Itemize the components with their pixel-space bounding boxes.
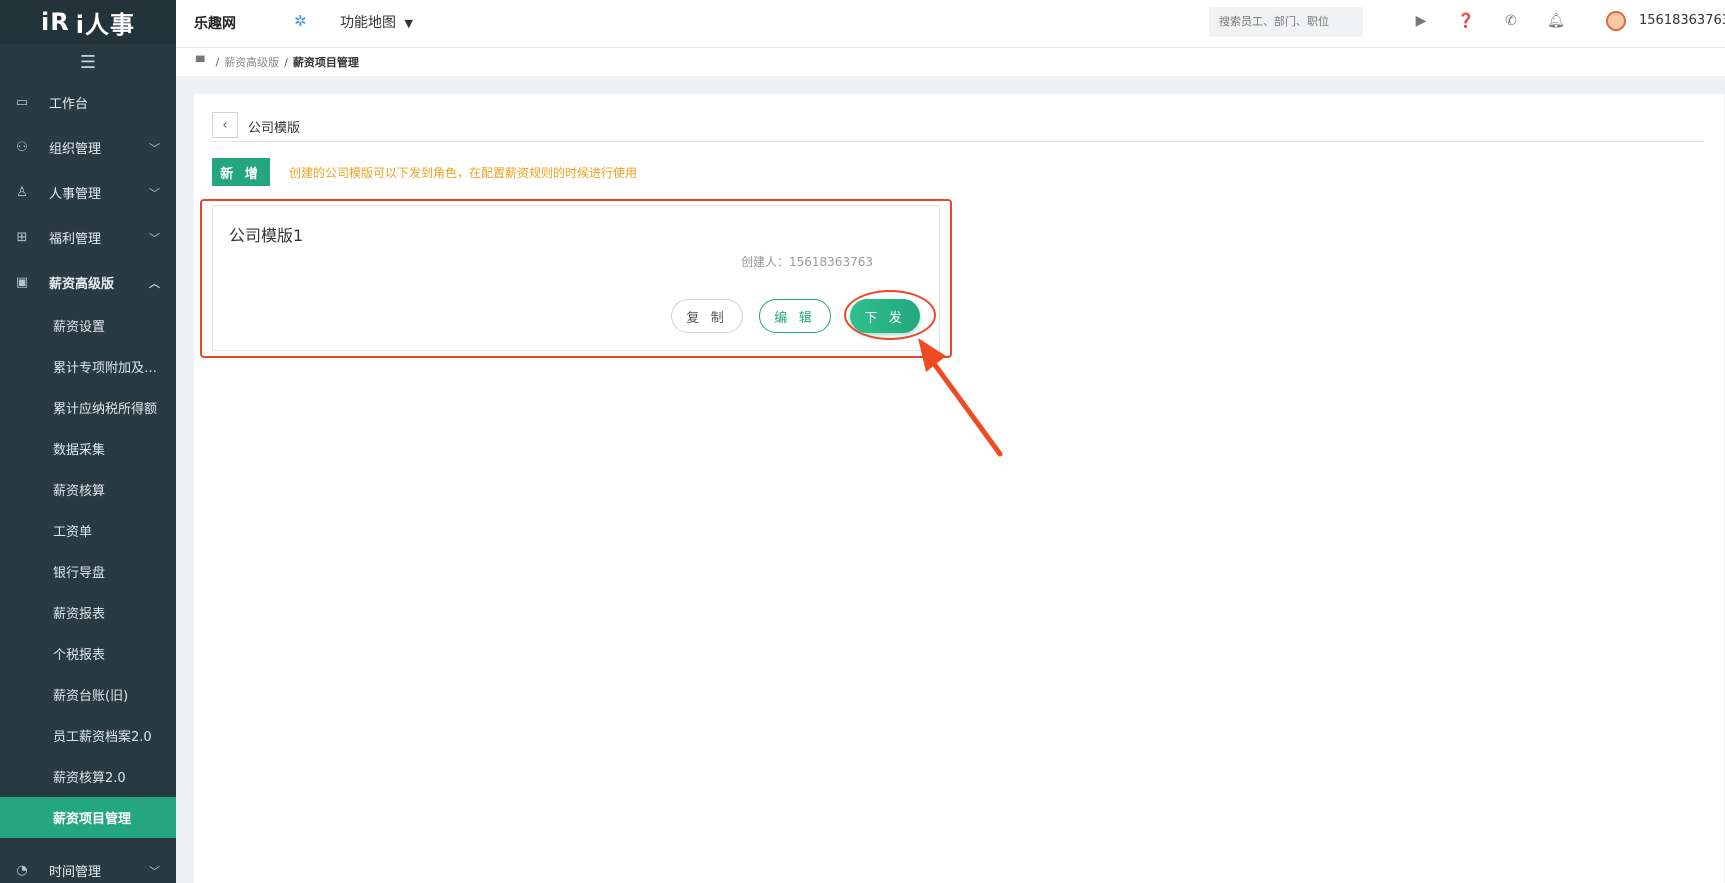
copy-button[interactable]: 复 制 [671,299,743,333]
add-button[interactable]: 新 增 [212,158,270,186]
avatar[interactable] [1606,11,1626,31]
phone-icon[interactable]: ✆ [1502,12,1520,30]
sidebar-item-org[interactable]: ⚇ 组织管理 ﹀ [0,125,176,170]
sidebar-subitem[interactable]: 银行导盘 [0,551,176,592]
logo-text: i人事 [75,10,135,39]
monitor-icon: ▭ [15,95,29,110]
clock-icon: ◔ [16,863,28,878]
creator-text: 创建人：15618363763 [741,255,873,269]
chevron-down-icon: ﹀ [149,186,160,200]
sidebar: iR i人事 ☰ ▭ 工作台 ⚇ 组织管理 ﹀ ♙ 人事管理 ﹀ ⊞ 福利管理 … [0,0,176,883]
chevron-down-icon: ﹀ [149,231,160,245]
hint-text: 创建的公司模版可以下发到角色，在配置薪资规则的时候进行使用 [289,166,638,180]
sidebar-item-payroll[interactable]: ▣ 薪资高级版 ︿ [0,260,176,305]
chevron-left-icon: ‹ [222,117,228,133]
function-map-menu[interactable]: 功能地图 ▼ [340,12,413,32]
breadcrumb-separator: / [215,55,220,69]
sidebar-item-label: 薪资高级版 [49,277,115,292]
sidebar-item-hr[interactable]: ♙ 人事管理 ﹀ [0,170,176,215]
main-panel: ‹ 公司模版 新 增 创建的公司模版可以下发到角色，在配置薪资规则的时候进行使用… [194,94,1724,883]
sidebar-item-label: 人事管理 [49,187,102,202]
sidebar-subitem[interactable]: 累计应纳税所得额 [0,387,176,428]
sidebar-subitem[interactable]: 薪资台账(旧) [0,674,176,715]
topbar: 乐趣网 ✲ 功能地图 ▼ ▶ ❓ ✆ 🔔︎ 15618363763 [176,0,1725,48]
edit-button[interactable]: 编 辑 [759,299,831,333]
sidebar-subitem[interactable]: 薪资设置 [0,305,176,346]
back-button[interactable]: ‹ [212,112,238,138]
help-icon[interactable]: ❓ [1457,12,1475,30]
breadcrumb: ▀ / 薪资高级版 / 薪资项目管理 [176,48,1725,76]
sidebar-subitem[interactable]: 个税报表 [0,633,176,674]
bell-icon[interactable]: 🔔︎ [1547,12,1565,30]
sidebar-subitem[interactable]: 薪资核算 [0,469,176,510]
org-icon: ⚇ [16,140,28,155]
gear-icon[interactable]: ✲ [294,12,307,30]
sidebar-subitem[interactable]: 薪资报表 [0,592,176,633]
page-title: 公司模版 [248,121,301,136]
sidebar-subitem[interactable]: 累计专项附加及… [0,346,176,387]
video-icon[interactable]: ▶ [1412,12,1430,30]
user-name[interactable]: 15618363763 [1639,13,1725,28]
chevron-up-icon: ︿ [149,276,160,290]
issue-button[interactable]: 下 发 [850,299,920,333]
user-icon: ♙ [16,185,28,200]
sidebar-item-label: 组织管理 [49,142,102,157]
breadcrumb-item[interactable]: 薪资高级版 [224,54,279,70]
menu-toggle-icon[interactable]: ☰ [0,44,176,80]
logo-mark: iR [41,8,70,36]
sidebar-subitem[interactable]: 员工薪资档案2.0 [0,715,176,756]
chevron-down-icon: ﹀ [149,141,160,155]
caret-down-icon: ▼ [404,17,413,30]
breadcrumb-current: 薪资项目管理 [292,56,359,69]
chevron-down-icon: ﹀ [149,864,160,878]
highlight-box: 公司模版1 创建人：15618363763 复 制 编 辑 下 发 [200,199,952,358]
sidebar-item-welfare[interactable]: ⊞ 福利管理 ﹀ [0,215,176,260]
site-name[interactable]: 乐趣网 [194,13,236,33]
sidebar-subitem[interactable]: 数据采集 [0,428,176,469]
sidebar-item-time[interactable]: ◔ 时间管理 ﹀ [0,848,176,883]
sidebar-subitem[interactable]: 薪资核算2.0 [0,756,176,797]
sidebar-item-workbench[interactable]: ▭ 工作台 [0,80,176,125]
sidebar-subitem-active[interactable]: 薪资项目管理 [0,797,176,838]
page-header: ‹ 公司模版 [212,112,1704,142]
logo[interactable]: iR i人事 [0,0,176,44]
home-icon[interactable]: ▀ [196,56,204,69]
gift-icon: ⊞ [16,230,28,245]
breadcrumb-separator: / [284,55,288,69]
sidebar-subitem[interactable]: 工资单 [0,510,176,551]
wallet-icon: ▣ [15,275,29,290]
search-input[interactable] [1209,7,1363,37]
template-card: 公司模版1 创建人：15618363763 复 制 编 辑 下 发 [212,205,940,351]
function-map-label: 功能地图 [340,15,396,31]
sidebar-item-label: 时间管理 [49,865,102,880]
sidebar-item-label: 福利管理 [49,232,102,247]
sidebar-item-label: 工作台 [49,97,89,112]
card-title: 公司模版1 [229,226,304,245]
